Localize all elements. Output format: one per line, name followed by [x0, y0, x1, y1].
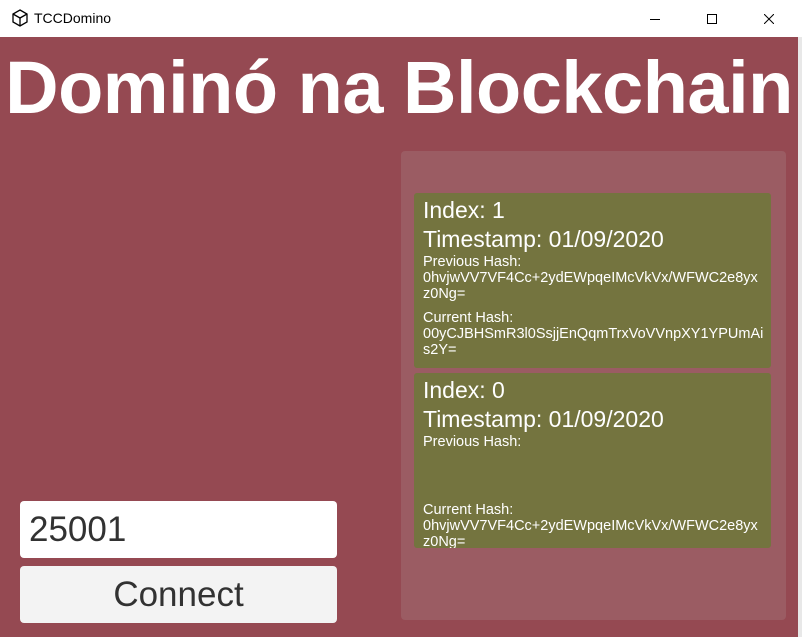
game-canvas: Dominó na Blockchain Index: 1 Timestamp:…	[0, 37, 798, 637]
maximize-icon	[707, 13, 717, 24]
previous-hash-label: Previous Hash:	[423, 254, 522, 270]
block-card-0: Index: 0 Timestamp: 01/09/2020 Previous …	[414, 373, 771, 548]
current-hash-label: Current Hash:	[423, 502, 514, 518]
minimize-button[interactable]	[632, 0, 678, 37]
block-index: Index: 1	[423, 197, 505, 223]
block-card-1: Index: 1 Timestamp: 01/09/2020 Previous …	[414, 193, 771, 368]
page-title: Dominó na Blockchain	[5, 46, 793, 129]
connect-button[interactable]: Connect	[20, 566, 337, 623]
current-hash-label: Current Hash:	[423, 310, 514, 326]
block-timestamp: Timestamp: 01/09/2020	[423, 406, 664, 432]
block-timestamp: Timestamp: 01/09/2020	[423, 226, 664, 252]
current-hash-value: 00yCJBHSmR3l0SsjjEnQqmTrxVoVVnpXY1YPUmAi…	[423, 326, 764, 358]
port-input[interactable]	[20, 501, 337, 558]
title-bar: TCCDomino	[0, 0, 802, 37]
block-index: Index: 0	[423, 377, 505, 403]
maximize-button[interactable]	[689, 0, 735, 37]
window-title: TCCDomino	[34, 10, 112, 26]
previous-hash-value	[423, 450, 765, 498]
minimize-icon	[650, 18, 660, 20]
close-icon	[764, 13, 774, 24]
blockchain-panel[interactable]: Index: 1 Timestamp: 01/09/2020 Previous …	[401, 151, 786, 620]
unity-logo-icon	[11, 9, 29, 27]
current-hash-value: 0hvjwVV7VF4Cc+2ydEWpqeIMcVkVx/WFWC2e8yxz…	[423, 518, 758, 548]
window-border	[798, 37, 802, 637]
close-button[interactable]	[746, 0, 792, 37]
previous-hash-value: 0hvjwVV7VF4Cc+2ydEWpqeIMcVkVx/WFWC2e8yxz…	[423, 270, 758, 302]
previous-hash-label: Previous Hash:	[423, 434, 522, 450]
